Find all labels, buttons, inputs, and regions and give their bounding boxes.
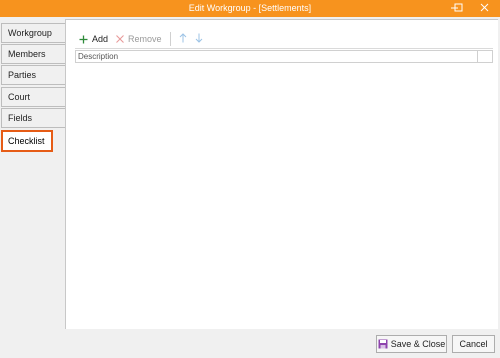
remove-button-label: Remove bbox=[128, 34, 162, 44]
checklist-grid-header: Description bbox=[75, 50, 493, 63]
close-icon bbox=[480, 3, 489, 14]
checklist-panel: Add Remove Description bbox=[65, 19, 498, 329]
maximize-button[interactable] bbox=[448, 0, 468, 17]
save-and-close-label: Save & Close bbox=[390, 339, 446, 349]
edit-workgroup-window: Edit Workgroup - [Settlements] Workgroup… bbox=[0, 0, 500, 358]
tab-court[interactable]: Court bbox=[1, 87, 65, 107]
remove-button[interactable]: Remove bbox=[112, 31, 166, 47]
add-button[interactable]: Add bbox=[75, 31, 112, 47]
tab-checklist[interactable]: Checklist bbox=[1, 130, 53, 152]
move-up-button[interactable] bbox=[175, 31, 191, 47]
dialog-body: Workgroup Members Parties Court Fields C… bbox=[0, 17, 500, 358]
checklist-toolbar: Add Remove bbox=[75, 30, 493, 49]
tab-members[interactable]: Members bbox=[1, 44, 65, 64]
window-title: Edit Workgroup - [Settlements] bbox=[188, 3, 312, 13]
tab-workgroup[interactable]: Workgroup bbox=[1, 23, 65, 43]
arrow-up-icon bbox=[179, 33, 187, 45]
x-icon bbox=[116, 35, 124, 43]
maximize-icon bbox=[454, 3, 463, 14]
cancel-button[interactable]: Cancel bbox=[452, 335, 495, 353]
move-down-button[interactable] bbox=[191, 31, 207, 47]
column-header-end bbox=[477, 51, 492, 62]
add-button-label: Add bbox=[92, 34, 109, 44]
close-button[interactable] bbox=[474, 0, 494, 17]
toolbar-separator bbox=[169, 32, 171, 46]
floppy-disk-icon bbox=[378, 339, 388, 349]
plus-icon bbox=[79, 35, 88, 44]
title-bar: Edit Workgroup - [Settlements] bbox=[0, 0, 500, 17]
tab-parties[interactable]: Parties bbox=[1, 65, 65, 85]
save-and-close-button[interactable]: Save & Close bbox=[376, 335, 447, 353]
tab-fields[interactable]: Fields bbox=[1, 108, 65, 128]
column-header-description[interactable]: Description bbox=[78, 51, 118, 62]
arrow-down-icon bbox=[195, 33, 203, 45]
